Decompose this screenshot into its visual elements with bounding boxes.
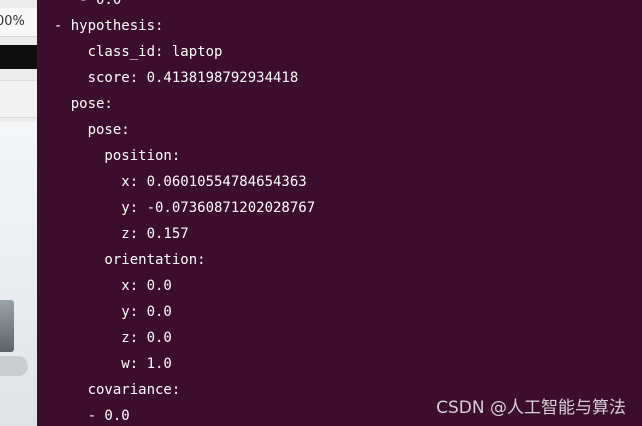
terminal-line: - hypothesis: [37, 18, 164, 34]
terminal-line: covariance: [37, 382, 181, 398]
robot-model-icon [0, 300, 14, 352]
terminal-line: x: 0.06010554784654363 [37, 174, 307, 190]
zoom-level[interactable]: 00% [0, 8, 37, 37]
terminal-line: pose: [37, 122, 130, 138]
terminal-line: y: 0.0 [37, 304, 172, 320]
terminal-line: z: 0.157 [37, 226, 189, 242]
background-toolbar [0, 45, 37, 69]
terminal-line: pose: [37, 96, 113, 112]
watermark: CSDN @人工智能与算法 [436, 398, 626, 418]
terminal-line: - 0.0 [37, 408, 130, 424]
terminal-line: x: 0.0 [37, 278, 172, 294]
viewport-canvas [0, 122, 37, 426]
terminal-line: - 0.0 [37, 0, 122, 8]
terminal-window[interactable]: - 0.0 - hypothesis: class_id: laptop sco… [37, 0, 642, 426]
background-window: 00% [0, 0, 37, 426]
scene-object [0, 356, 28, 376]
terminal-line: orientation: [37, 252, 206, 268]
terminal-line: y: -0.07360871202028767 [37, 200, 316, 216]
terminal-output: - 0.0 - hypothesis: class_id: laptop sco… [37, 0, 315, 426]
terminal-line: score: 0.4138198792934418 [37, 70, 299, 86]
terminal-line: class_id: laptop [37, 44, 223, 60]
terminal-line: position: [37, 148, 181, 164]
terminal-line: w: 1.0 [37, 356, 172, 372]
background-panel [0, 80, 37, 118]
terminal-line: z: 0.0 [37, 330, 172, 346]
screen: 00% - 0.0 - hypothesis: class_id: laptop… [0, 0, 642, 426]
